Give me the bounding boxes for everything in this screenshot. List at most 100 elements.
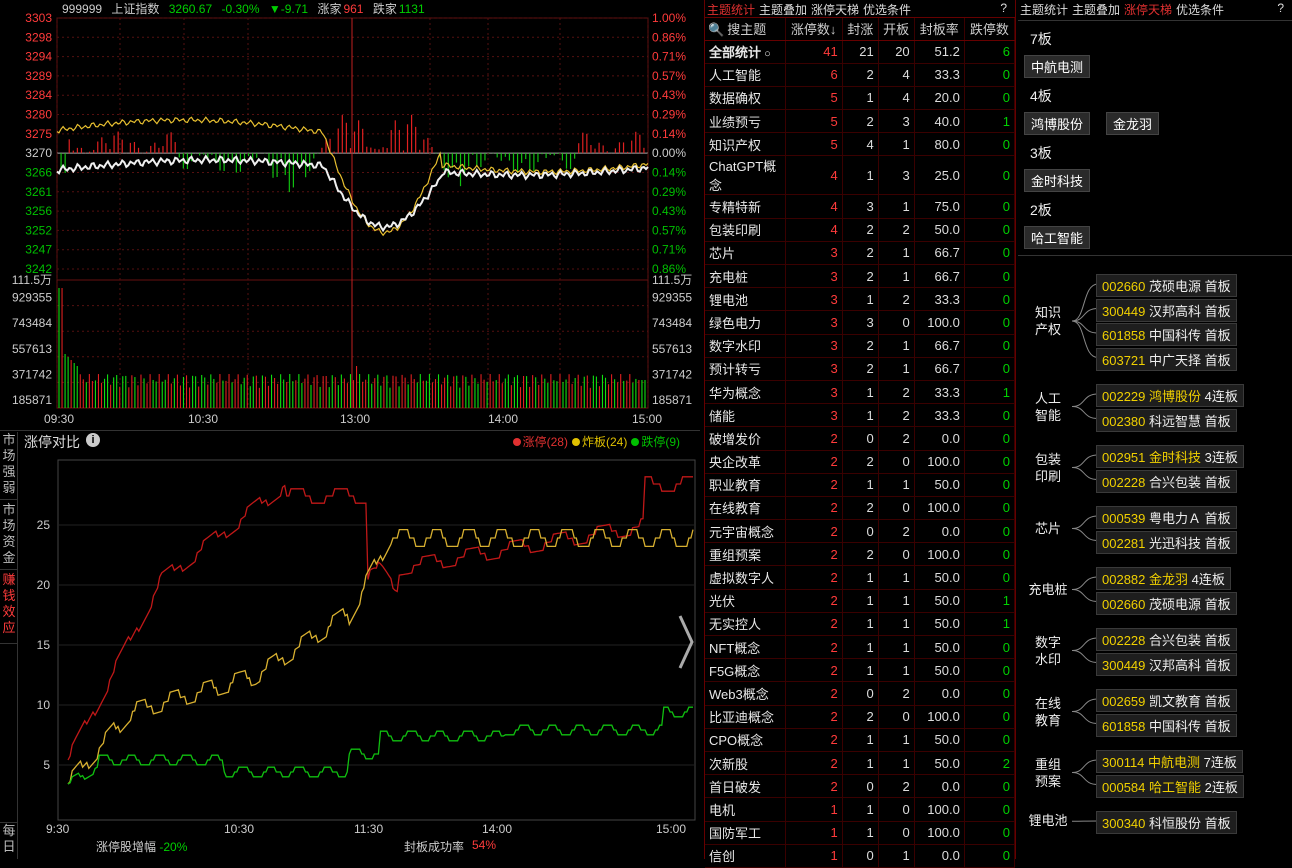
group-theme-label: 在线 教育 [1034,695,1061,728]
table-header[interactable]: 🔍 搜主题 [705,18,786,41]
table-row[interactable]: 职业教育 2 1 1 50.0 0 [705,473,1016,497]
tab-market-strength[interactable]: 市场强弱 [0,432,18,500]
group-stock-chip[interactable]: 002951 金时科技 3连板 [1096,445,1244,468]
seal-rate: 100.0 [914,310,965,335]
intraday-chart[interactable]: 3303 3298 3294 3289 3284 3280 3275 3270 3266 3261… [0,0,700,430]
group-stock-chip[interactable]: 601858 中国科传 首板 [1096,713,1237,737]
group-stock-chip[interactable]: 002660 茂硕电源 首板 [1096,591,1237,615]
opened-count: 1 [878,132,915,157]
info-icon[interactable]: i [86,433,100,447]
group-stock-chip[interactable]: 300114 中航电测 7连板 [1096,750,1243,773]
tab-money-effect[interactable]: 赚钱效应 [0,572,18,644]
search-icon[interactable]: 🔍 [708,22,724,37]
group-stock-chip[interactable]: 601858 中国科传 首板 [1096,323,1237,346]
sealed-count: 1 [842,287,879,312]
tab-theme-overlay[interactable]: 主题叠加 [759,3,807,17]
table-row[interactable]: 光伏 2 1 1 50.0 1 [705,589,1016,613]
group-stock-chip[interactable]: 603721 中广天择 首板 [1096,347,1237,371]
table-row[interactable]: 储能 3 1 2 33.3 0 [705,403,1016,428]
table-row[interactable]: 锂电池 3 1 2 33.3 0 [705,287,1016,312]
group-stock-chip[interactable]: 002229 鸿博股份 4连板 [1096,384,1244,407]
opened-count: 1 [878,194,915,219]
group-stock-chip[interactable]: 002660 茂硕电源 首板 [1096,274,1237,297]
group-theme-label: 包装 印刷 [1034,451,1061,484]
table-row[interactable]: 次新股 2 1 1 50.0 2 [705,751,1016,776]
tab-theme-stats-r[interactable]: 主题统计 [1020,3,1068,17]
group-stock-chip[interactable]: 000584 哈工智能 2连板 [1096,774,1244,798]
table-row[interactable]: 重组预案 2 2 0 100.0 0 [705,542,1016,567]
table-row[interactable]: F5G概念 2 1 1 50.0 0 [705,658,1016,683]
legend-item: 涨停(28) [512,435,568,449]
tab-limit-ladder-r[interactable]: 涨停天梯 [1124,3,1172,17]
table-row[interactable]: 充电桩 3 2 1 66.7 0 [705,264,1016,289]
table-row[interactable]: 元宇宙概念 2 0 2 0.0 0 [705,519,1016,544]
ladder-stock[interactable]: 金龙羽 [1106,112,1160,135]
table-row[interactable]: 业绩预亏 5 2 3 40.0 1 [705,109,1016,134]
table-row[interactable]: 在线教育 2 2 0 100.0 0 [705,496,1016,521]
seal-rate: 51.2 [914,40,965,64]
tab-daily[interactable]: 每日 [0,822,18,858]
tab-limit-ladder[interactable]: 涨停天梯 [811,3,859,17]
table-row[interactable]: 绿色电力 3 3 0 100.0 0 [705,310,1016,335]
table-row[interactable]: 芯片 3 2 1 66.7 0 [705,241,1016,266]
ladder-stock[interactable]: 金时科技 [1024,169,1091,192]
stock-name: 茂硕电源 [1145,596,1205,612]
table-row[interactable]: 比亚迪概念 2 2 0 100.0 0 [705,705,1016,729]
table-row[interactable]: Web3概念 2 0 2 0.0 0 [705,681,1016,706]
table-row[interactable]: 信创 1 0 1 0.0 0 [705,844,1016,868]
group-stock-chip[interactable]: 002659 凯文教育 首板 [1096,689,1237,712]
limit-up-growth-label: 涨停股增幅 [96,840,157,854]
table-row[interactable]: 首日破发 2 0 2 0.0 0 [705,774,1016,799]
limit-compare-chart[interactable]: 25 20 15 10 5 9:30 10:30 11:30 14:00 15:00 [20,450,700,859]
table-row[interactable]: 华为概念 3 1 2 33.3 1 [705,380,1016,405]
table-header[interactable]: 涨停数↓ [785,18,843,41]
table-row[interactable]: 破增发价 2 0 2 0.0 0 [705,426,1016,451]
tab-theme-stats[interactable]: 主题统计 [707,3,755,17]
tab-preferred-r[interactable]: 优选条件 [1176,3,1224,17]
ladder-stock[interactable]: 中航电测 [1024,55,1091,78]
table-header[interactable]: 跌停数 [964,18,1016,41]
board-ladder: 7板 中航电测 4板 鸿博股份 金龙羽 3板 金时科技 2板 哈工智能 [1018,20,1292,256]
table-row[interactable]: CPO概念 2 1 1 50.0 0 [705,728,1016,752]
table-header[interactable]: 封板率 [914,18,965,41]
tab-market-funds[interactable]: 市场资金 [0,502,18,570]
group-stock-chip[interactable]: 002228 合兴包装 首板 [1096,628,1237,651]
table-row[interactable]: NFT概念 2 1 1 50.0 0 [705,635,1016,660]
board-count: 首板 [1204,328,1231,343]
tab-preferred[interactable]: 优选条件 [863,3,911,17]
sealed-count: 0 [842,681,879,706]
ladder-stock[interactable]: 哈工智能 [1024,226,1091,249]
group-stock-chip[interactable]: 002380 科远智慧 首板 [1096,408,1237,432]
table-header[interactable]: 开板 [878,18,915,41]
group-stock-chip[interactable]: 002228 合兴包装 首板 [1096,469,1237,493]
table-row[interactable]: 虚拟数字人 2 1 1 50.0 0 [705,565,1016,590]
group-stock-chip[interactable]: 300449 汉邦高科 首板 [1096,652,1237,676]
table-row[interactable]: 数字水印 3 2 1 66.7 0 [705,334,1016,358]
table-row[interactable]: 数据确权 5 1 4 20.0 0 [705,86,1016,111]
help-icon[interactable]: ? [1000,1,1007,15]
sealed-count: 0 [842,844,879,868]
group-stock-chip[interactable]: 002882 金龙羽 4连板 [1096,567,1231,590]
table-row[interactable]: 包装印刷 4 2 2 50.0 0 [705,218,1016,242]
table-row[interactable]: ChatGPT概念 4 1 3 25.0 0 [705,155,1016,196]
table-row[interactable]: 知识产权 5 4 1 80.0 0 [705,132,1016,157]
tab-theme-overlay-r[interactable]: 主题叠加 [1072,3,1120,17]
group-stock-chip[interactable]: 002281 光迅科技 首板 [1096,530,1237,554]
table-row[interactable]: 专精特新 4 3 1 75.0 0 [705,194,1016,219]
group-stock-chip[interactable]: 300449 汉邦高科 首板 [1096,298,1237,322]
table-row[interactable]: 央企改革 2 2 0 100.0 0 [705,450,1016,474]
table-row[interactable]: 电机 1 1 0 100.0 0 [705,797,1016,822]
ladder-stock[interactable]: 鸿博股份 [1024,112,1091,135]
group-stock-chip[interactable]: 300340 科恒股份 首板 [1096,811,1237,834]
help-icon-r[interactable]: ? [1277,1,1284,15]
sealed-count: 1 [842,751,879,776]
seal-rate-value: 54% [472,838,497,852]
group-stock-chip[interactable]: 000539 粤电力Ａ 首板 [1096,506,1237,529]
table-row[interactable]: 预计转亏 3 2 1 66.7 0 [705,357,1016,381]
table-row[interactable]: 无实控人 2 1 1 50.0 1 [705,612,1016,637]
table-row[interactable]: 国防军工 1 1 0 100.0 0 [705,821,1016,845]
table-row[interactable]: 全部统计 ○ 41 21 20 51.2 6 [705,40,1016,64]
table-header[interactable]: 封涨 [842,18,879,41]
table-row[interactable]: 人工智能 6 2 4 33.3 0 [705,63,1016,87]
next-arrow-icon[interactable] [676,612,696,672]
